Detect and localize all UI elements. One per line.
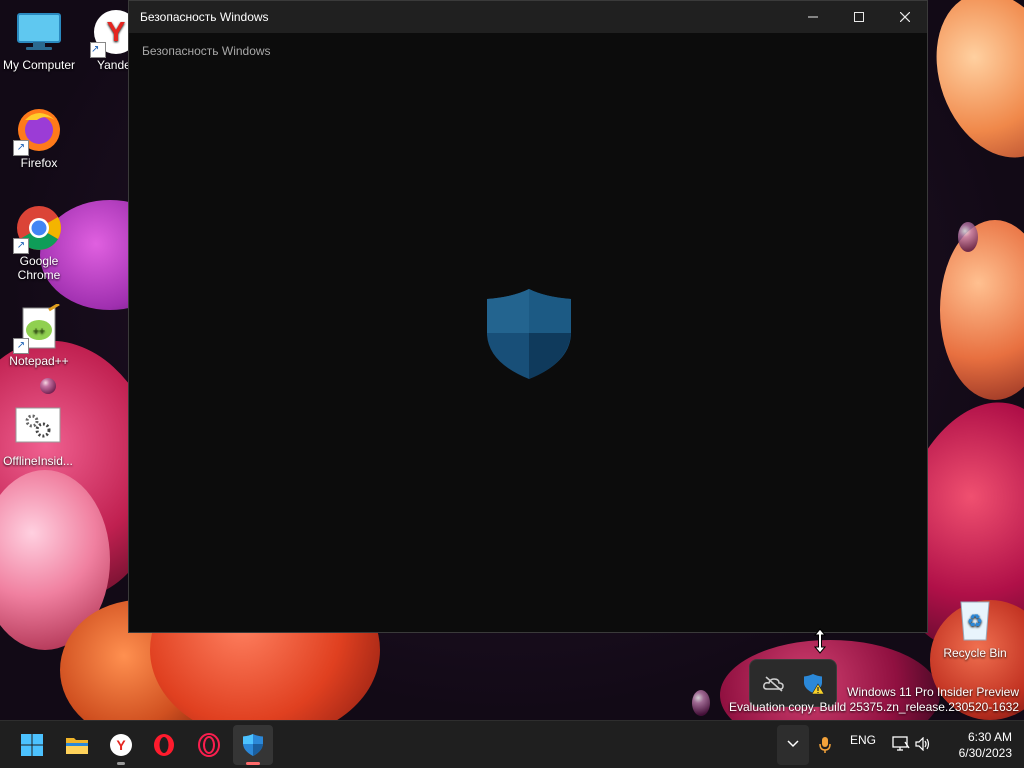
desktop-icon-yandex[interactable]: Y ↗ Yande [76,8,128,72]
chevron-down-icon [787,740,799,748]
notepadpp-icon: ++ ↗ [13,302,63,354]
yandex-browser-icon: Y [110,734,132,756]
svg-text:♻: ♻ [967,611,983,631]
running-indicator [117,762,125,765]
windows-security-shield-icon [487,289,571,379]
tray-overflow-button[interactable] [777,725,809,765]
taskbar: Y ENG 6:30 AM 6/30/2023 [0,720,1024,768]
minimize-icon [808,16,818,18]
clock[interactable]: 6:30 AM 6/30/2023 [944,729,1012,761]
taskbar-yandex-browser[interactable]: Y [101,725,141,765]
insider-watermark: Windows 11 Pro Insider Preview Evaluatio… [729,685,1019,715]
volume-icon[interactable] [915,737,931,751]
windows-security-shield-icon [243,734,263,756]
opera-gx-icon [198,733,220,757]
desktop-icon-notepadpp[interactable]: ++ ↗ Notepad++ [1,302,77,368]
offline-insider-icon [14,404,62,452]
desktop-icon-recycle-bin[interactable]: ♻ Recycle Bin [937,596,1013,660]
network-icon[interactable] [892,736,910,752]
close-button[interactable] [882,1,928,33]
active-indicator [246,762,260,765]
desktop-icon-google-chrome[interactable]: ↗ Google Chrome [1,204,77,282]
taskbar-file-explorer[interactable] [57,725,97,765]
folder-icon [66,738,88,754]
yandex-browser-icon: Y ↗ [90,8,128,58]
microphone-icon[interactable] [818,736,832,754]
clock-date: 6/30/2023 [958,746,1012,760]
desktop-icon-label: Notepad++ [9,354,69,368]
desktop-icon-label: Firefox [20,156,58,170]
desktop-icon-label: Recycle Bin [943,646,1007,660]
recycle-bin-icon: ♻ [951,596,999,644]
svg-text:Y: Y [107,16,126,47]
svg-text:Y: Y [116,737,126,753]
taskbar-opera[interactable] [144,725,184,765]
taskbar-windows-security[interactable] [233,725,273,765]
desktop-icon-label: My Computer [2,58,76,72]
minimize-button[interactable] [790,1,836,33]
desktop-icon-offline-insider[interactable]: OfflineInsid... [0,404,76,468]
desktop-icon-firefox[interactable]: ↗ Firefox [1,106,77,170]
app-header-title: Безопасность Windows [142,44,271,58]
desktop-icon-my-computer[interactable]: My Computer [1,8,77,72]
watermark-build: Evaluation copy. Build 25375.zn_release.… [729,700,1019,714]
svg-text:++: ++ [33,326,45,337]
watermark-edition: Windows 11 Pro Insider Preview [847,685,1019,699]
taskbar-opera-gx[interactable] [189,725,229,765]
maximize-button[interactable] [836,1,882,33]
chrome-icon: ↗ [13,204,63,254]
close-icon [899,11,911,23]
clock-time: 6:30 AM [967,730,1012,744]
window-title: Безопасность Windows [140,10,269,24]
window-titlebar[interactable]: Безопасность Windows [129,1,927,33]
maximize-icon [854,12,864,22]
resize-cursor-icon [814,628,826,654]
desktop-icon-label: OfflineInsid... [3,454,73,468]
windows-security-window: Безопасность Windows Безопасность Window… [128,0,928,633]
firefox-icon: ↗ [13,106,63,156]
desktop-icon-label: Google Chrome [17,254,61,282]
desktop-icon-label: Yande [97,58,128,72]
windows-start-icon [21,734,43,756]
computer-icon [15,8,63,56]
language-indicator[interactable]: ENG [850,733,876,747]
taskbar-start-button[interactable] [12,725,52,765]
opera-icon [154,734,174,756]
